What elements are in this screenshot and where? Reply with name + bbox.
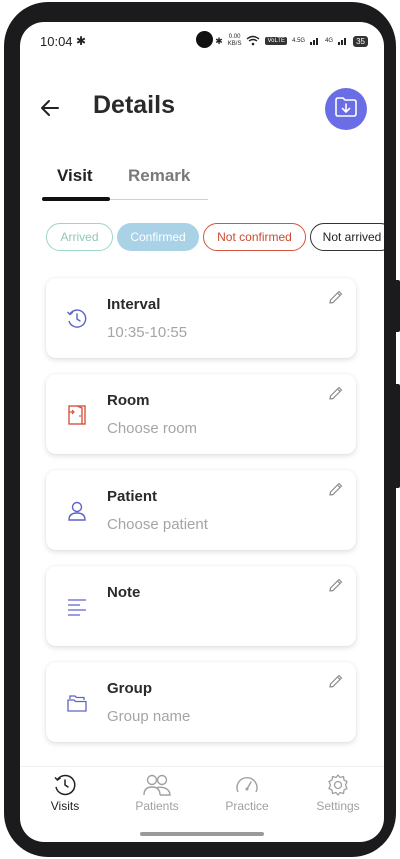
front-camera: [196, 31, 213, 48]
volte-badge: VoLTE: [265, 37, 288, 45]
gear-icon: [326, 773, 350, 797]
person-icon: [66, 500, 88, 522]
active-tab-indicator: [42, 197, 110, 201]
field-label: Note: [107, 584, 141, 601]
wifi-icon: [246, 35, 260, 48]
status-chips: Arrived Confirmed Not confirmed Not arri…: [46, 223, 384, 251]
note-card[interactable]: Note: [46, 566, 356, 646]
back-arrow-icon[interactable]: [38, 96, 62, 120]
note-lines-icon: [66, 596, 88, 618]
field-value: Choose patient: [107, 516, 208, 533]
group-card[interactable]: Group Group name: [46, 662, 356, 742]
chip-not-arrived[interactable]: Not arrived: [310, 223, 384, 251]
nav-patients[interactable]: Patients: [127, 773, 187, 813]
field-label: Group: [107, 680, 152, 697]
tab-bar: Visit Remark: [42, 166, 208, 201]
field-value: Choose room: [107, 420, 198, 437]
status-time: 10:04: [40, 34, 73, 49]
home-indicator: [140, 832, 264, 836]
app-screen: 10:04 ✱ ✱ 0.00 KB/S VoLTE 4.5G 4G 35 Deta…: [20, 22, 384, 842]
nav-label: Visits: [50, 799, 80, 813]
nav-label: Patients: [135, 799, 179, 813]
tab-visit[interactable]: Visit: [57, 166, 93, 186]
bluetooth-icon: ✱: [215, 35, 223, 46]
people-icon: [142, 773, 172, 797]
status-icons: ✱ 0.00 KB/S VoLTE 4.5G 4G 35: [215, 34, 368, 48]
chip-arrived[interactable]: Arrived: [46, 223, 113, 251]
status-bar: 10:04 ✱ ✱ 0.00 KB/S VoLTE 4.5G 4G 35: [20, 22, 384, 62]
chip-confirmed[interactable]: Confirmed: [117, 223, 199, 251]
signal-1-label: 4.5G: [292, 37, 306, 44]
save-folder-button[interactable]: [325, 88, 367, 130]
field-label: Room: [107, 392, 150, 409]
clock-icon: [53, 773, 77, 797]
bottom-navigation: Visits Patients Practice Settings: [20, 766, 384, 822]
field-label: Patient: [107, 488, 158, 505]
nav-label: Settings: [316, 799, 360, 813]
net-speed-value: 0.00: [228, 34, 241, 40]
pencil-edit-icon[interactable]: [327, 673, 344, 690]
pencil-edit-icon[interactable]: [327, 385, 344, 402]
field-value: 10:35-10:55: [107, 324, 188, 341]
bluetooth-icon: ✱: [76, 34, 87, 48]
battery-badge: 35: [353, 35, 368, 47]
chip-not-confirmed[interactable]: Not confirmed: [203, 223, 306, 251]
nav-practice[interactable]: Practice: [217, 773, 277, 813]
nav-visits[interactable]: Visits: [35, 773, 95, 813]
door-icon: [66, 404, 88, 426]
pencil-edit-icon[interactable]: [327, 481, 344, 498]
room-card[interactable]: Room Choose room: [46, 374, 356, 454]
pencil-edit-icon[interactable]: [327, 577, 344, 594]
page-title: Details: [93, 91, 175, 119]
net-speed-unit: KB/S: [227, 41, 242, 47]
folders-icon: [66, 692, 88, 714]
folder-download-icon: [334, 96, 358, 123]
pencil-edit-icon[interactable]: [327, 289, 344, 306]
signal-icon: [338, 36, 348, 47]
signal-icon: [310, 36, 320, 47]
nav-settings[interactable]: Settings: [308, 773, 368, 813]
tab-remark[interactable]: Remark: [128, 166, 190, 186]
nav-label: Practice: [225, 799, 269, 813]
field-value: Group name: [107, 708, 191, 725]
clock-icon: [66, 308, 88, 330]
signal-2-label: 4G: [325, 37, 334, 44]
interval-card[interactable]: Interval 10:35-10:55: [46, 278, 356, 358]
field-label: Interval: [107, 296, 161, 313]
gauge-icon: [235, 773, 259, 797]
net-speed: 0.00 KB/S: [228, 34, 242, 48]
patient-card[interactable]: Patient Choose patient: [46, 470, 356, 550]
